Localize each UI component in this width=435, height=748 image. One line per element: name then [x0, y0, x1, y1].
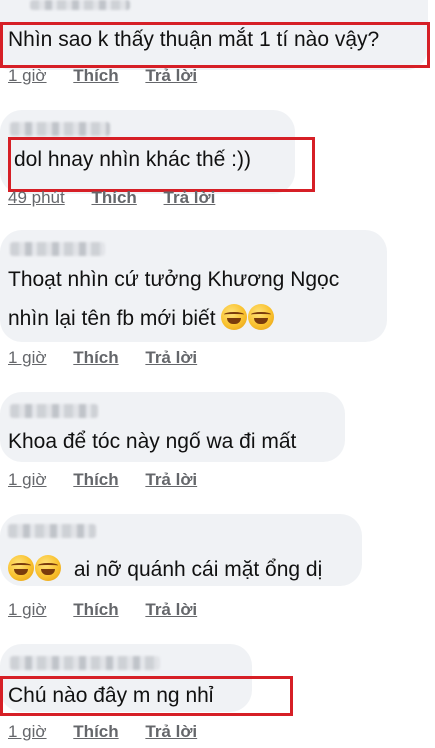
comment-time[interactable]: 1 giờ [8, 470, 47, 490]
like-button[interactable]: Thích [73, 600, 118, 620]
comment-actions: 1 giờ Thích Trả lời [8, 600, 219, 620]
like-button[interactable]: Thích [73, 722, 118, 742]
comment-actions: 1 giờ Thích Trả lời [8, 348, 219, 368]
comment-1: Nhìn sao k thấy thuận mắt 1 tí nào vậy? … [0, 0, 435, 95]
comment-5: ai nỡ quánh cái mặt ổng dị 1 giờ Thích T… [0, 514, 435, 626]
laughing-emoji-icon [221, 304, 248, 330]
reply-button[interactable]: Trả lời [145, 348, 197, 368]
author-name-blurred[interactable] [10, 242, 105, 256]
comment-actions: 1 giờ Thích Trả lời [8, 66, 219, 86]
comment-time[interactable]: 1 giờ [8, 722, 47, 742]
comment-text-body: ai nỡ quánh cái mặt ổng dị [73, 558, 323, 581]
like-button[interactable]: Thích [91, 188, 136, 208]
comment-4: Khoa để tóc này ngố wa đi mất 1 giờ Thíc… [0, 392, 435, 502]
laughing-emoji-icon [248, 304, 275, 330]
comment-actions: 49 phút Thích Trả lời [8, 188, 237, 208]
comment-actions: 1 giờ Thích Trả lời [8, 470, 219, 490]
highlight-box [0, 22, 430, 68]
author-name-blurred[interactable] [30, 0, 130, 10]
comment-time[interactable]: 49 phút [8, 188, 65, 208]
author-name-blurred[interactable] [8, 524, 96, 538]
comment-actions: 1 giờ Thích Trả lời [8, 722, 219, 742]
comment-6: Chú nào đây m ng nhỉ 1 giờ Thích Trả lời [0, 644, 435, 748]
comment-text-line2: nhìn lại tên fb mới biết [8, 303, 275, 334]
comment-time[interactable]: 1 giờ [8, 348, 47, 368]
laughing-emoji-icon [8, 555, 34, 581]
laughing-emoji-icon [35, 555, 61, 581]
comment-2: dol hnay nhìn khác thế :)) 49 phút Thích… [0, 110, 435, 220]
comment-time[interactable]: 1 giờ [8, 600, 47, 620]
author-name-blurred[interactable] [10, 656, 160, 670]
comment-text-line2-text: nhìn lại tên fb mới biết [8, 307, 216, 330]
like-button[interactable]: Thích [73, 66, 118, 86]
like-button[interactable]: Thích [73, 348, 118, 368]
comment-text: Khoa để tóc này ngố wa đi mất [8, 430, 297, 453]
reply-button[interactable]: Trả lời [145, 470, 197, 490]
comment-time[interactable]: 1 giờ [8, 66, 47, 86]
reply-button[interactable]: Trả lời [145, 600, 197, 620]
highlight-box [0, 676, 293, 716]
reply-button[interactable]: Trả lời [145, 66, 197, 86]
comment-3: Thoạt nhìn cứ tưởng Khương Ngọc nhìn lại… [0, 230, 435, 380]
reply-button[interactable]: Trả lời [145, 722, 197, 742]
highlight-box [8, 137, 315, 192]
comment-text-line1: Thoạt nhìn cứ tưởng Khương Ngọc [8, 268, 340, 291]
author-name-blurred[interactable] [10, 404, 98, 418]
like-button[interactable]: Thích [73, 470, 118, 490]
comment-text: ai nỡ quánh cái mặt ổng dị [8, 554, 322, 585]
reply-button[interactable]: Trả lời [164, 188, 216, 208]
author-name-blurred[interactable] [10, 122, 110, 136]
